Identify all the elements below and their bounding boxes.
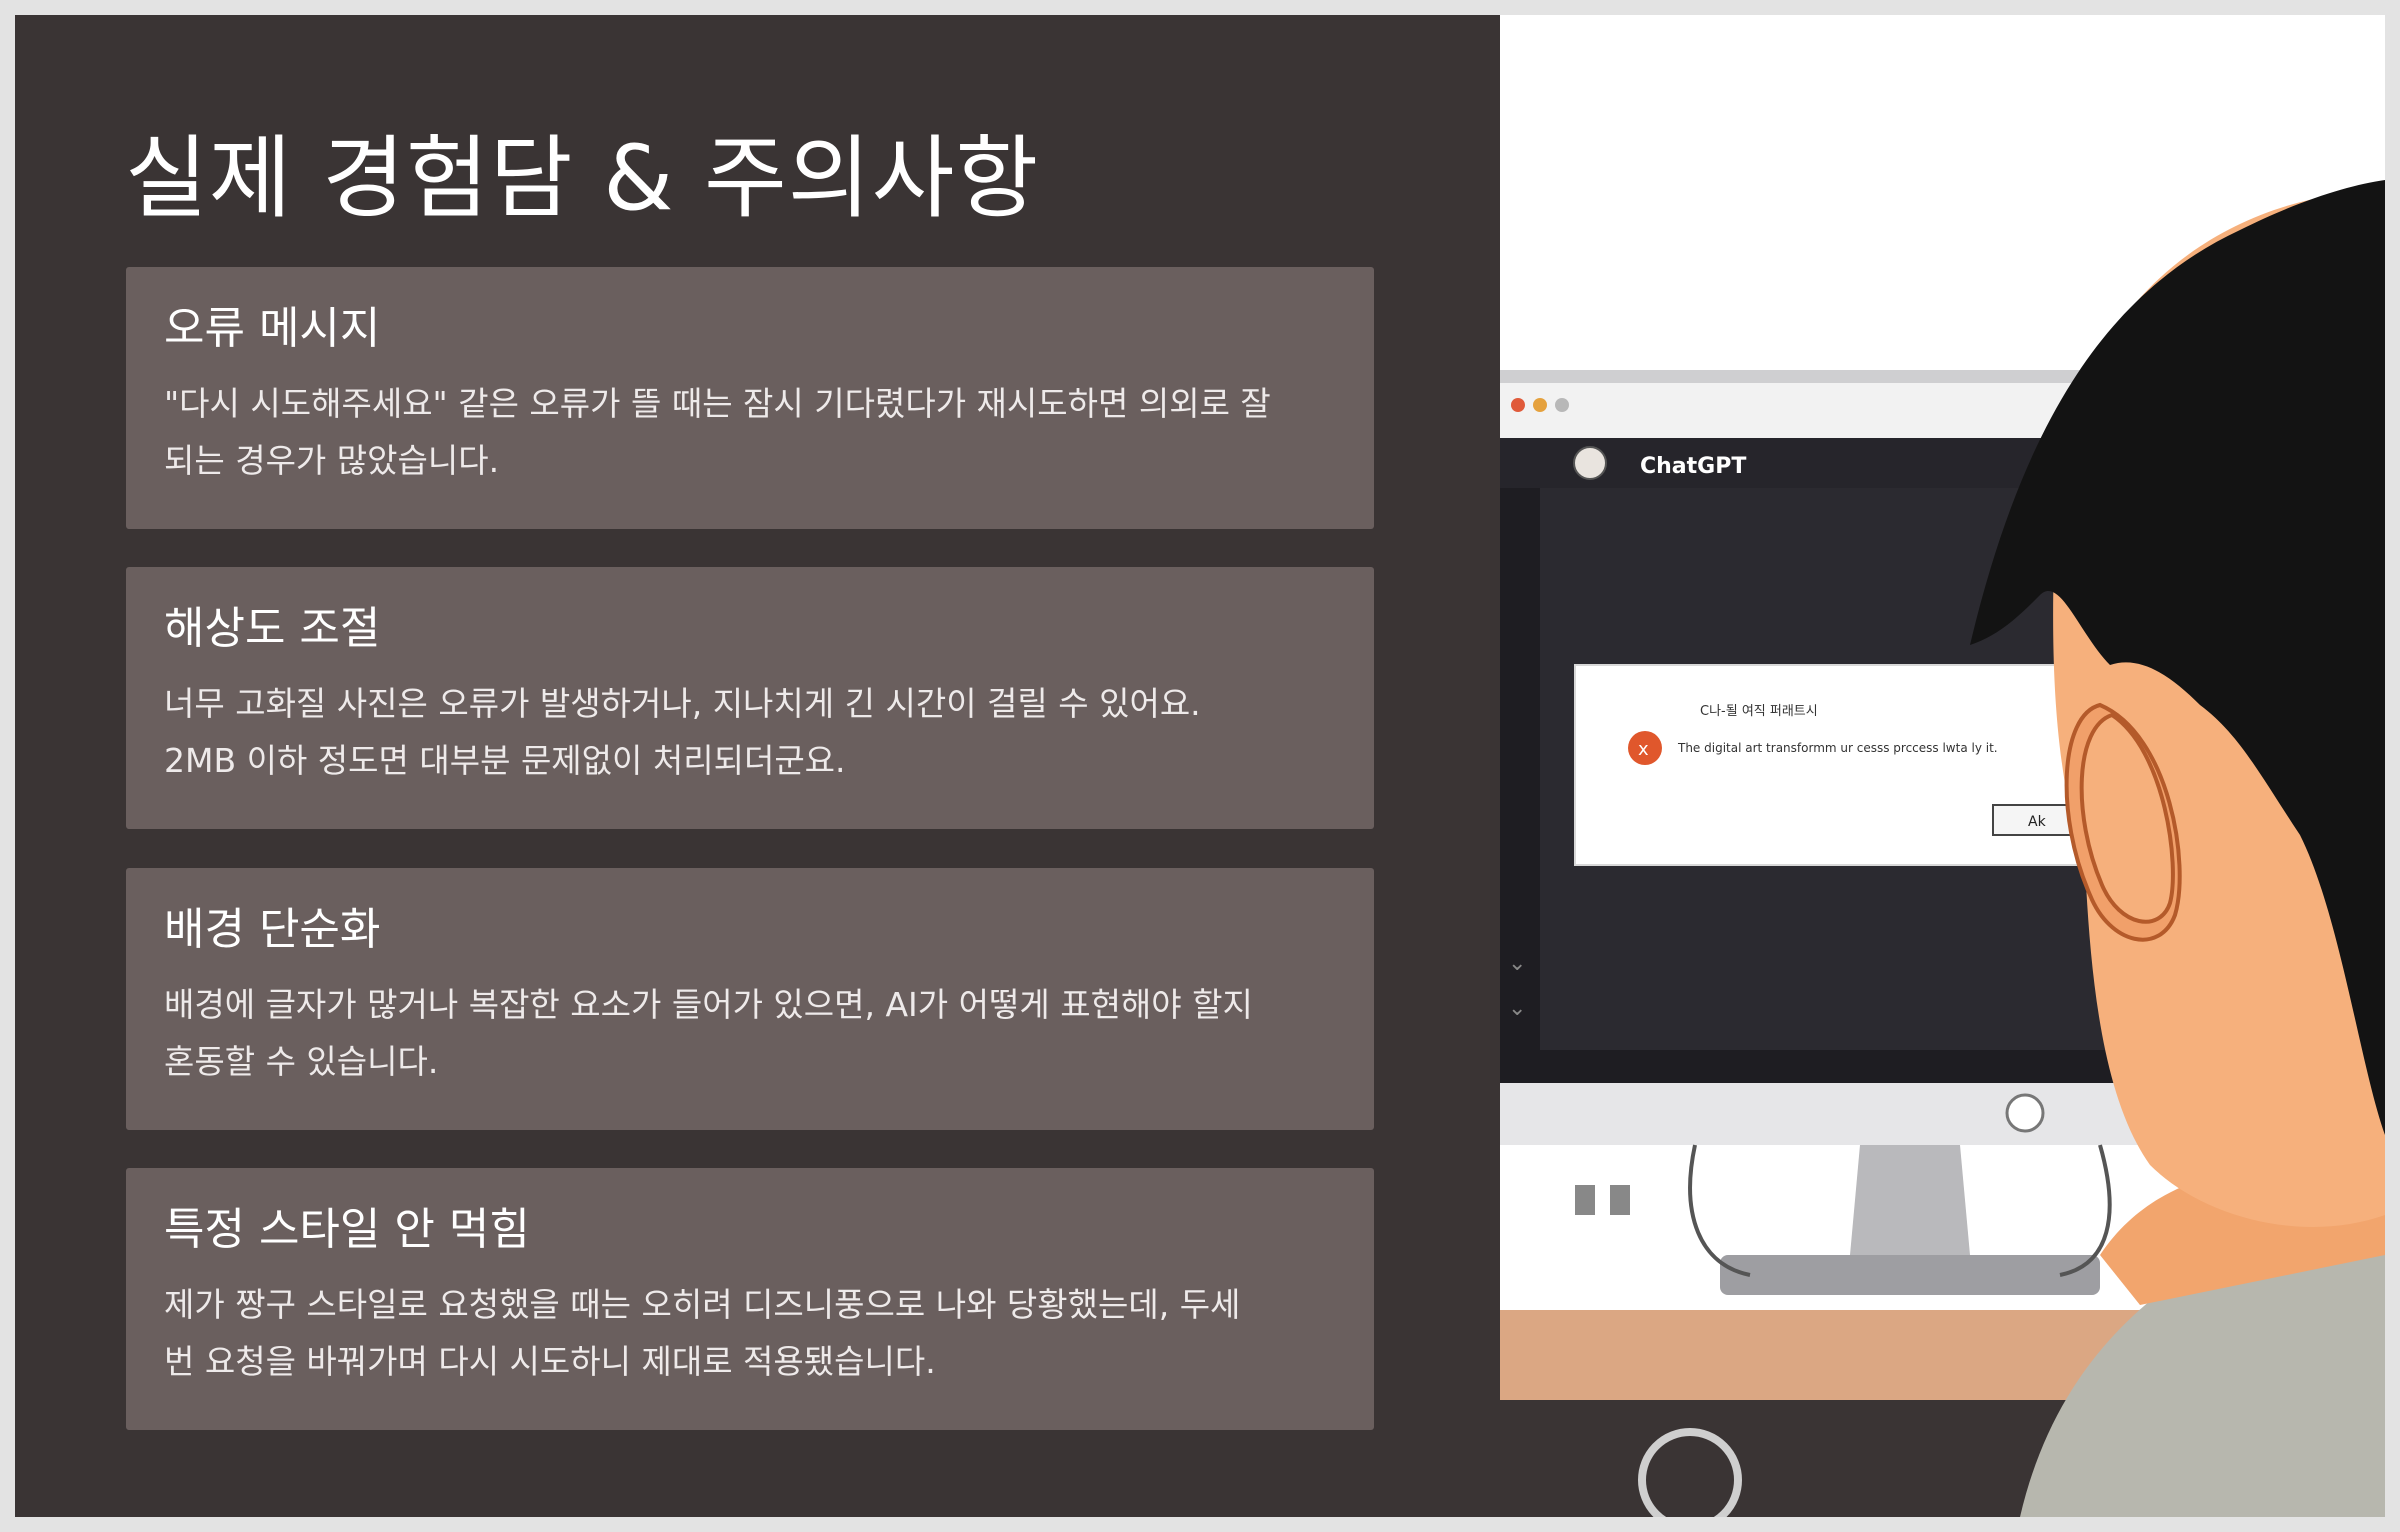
card-body-line: 번 요청을 바꿔가며 다시 시도하니 제대로 적용됐습니다. <box>164 1342 936 1381</box>
app-name: ChatGPT <box>1640 454 1746 479</box>
card-body: 제가 짱구 스타일로 요청했을 때는 오히려 디즈니풍으로 나와 당황했는데, … <box>164 1276 1338 1390</box>
slide-frame: 실제 경험담 & 주의사항 오류 메시지 "다시 시도해주세요" 같은 오류가 … <box>0 0 2400 1532</box>
slide-title: 실제 경험담 & 주의사항 <box>125 126 1040 231</box>
illustration-panel: ChatGPT ⌄ ⌄ C나-될 여직 퍼래트시 x The digital a… <box>1500 15 2385 1517</box>
tip-card-style: 특정 스타일 안 먹힘 제가 짱구 스타일로 요청했을 때는 오히려 디즈니풍으… <box>126 1168 1374 1430</box>
x-mark-icon: x <box>1638 739 1649 760</box>
card-title: 해상도 조절 <box>164 603 381 654</box>
window-minimize-dot-icon <box>1533 398 1547 412</box>
dialog-title: C나-될 여직 퍼래트시 <box>1700 704 1818 719</box>
person-at-computer-illustration: ChatGPT ⌄ ⌄ C나-될 여직 퍼래트시 x The digital a… <box>1500 180 2385 1517</box>
chatgpt-logo-icon <box>1573 446 1607 480</box>
card-body-line: 너무 고화질 사진은 오류가 발생하거나, 지나치게 긴 시간이 걸릴 수 있어… <box>164 684 1201 723</box>
chevron-down-icon: ⌄ <box>1508 996 1526 1021</box>
card-body: "다시 시도해주세요" 같은 오류가 뜰 때는 잠시 기다렸다가 재시도하면 의… <box>164 375 1338 489</box>
card-title: 특정 스타일 안 먹힘 <box>164 1204 530 1255</box>
plug-icon <box>1575 1185 1595 1215</box>
monitor-chin <box>1500 1075 2200 1145</box>
card-title: 오류 메시지 <box>164 303 381 354</box>
plug-icon <box>1610 1185 1630 1215</box>
card-body-line: 배경에 글자가 많거나 복잡한 요소가 들어가 있으면, AI가 어떻게 표현해… <box>164 985 1253 1024</box>
tip-card-resolution: 해상도 조절 너무 고화질 사진은 오류가 발생하거나, 지나치게 긴 시간이 … <box>126 567 1374 829</box>
window-zoom-dot-icon <box>1555 398 1569 412</box>
chevron-down-icon: ⌄ <box>1508 951 1526 976</box>
card-body: 배경에 글자가 많거나 복잡한 요소가 들어가 있으면, AI가 어떻게 표현해… <box>164 976 1338 1090</box>
monitor-stand <box>1850 1145 1970 1255</box>
card-body-line: 혼동할 수 있습니다. <box>164 1042 439 1081</box>
card-body: 너무 고화질 사진은 오류가 발생하거나, 지나치게 긴 시간이 걸릴 수 있어… <box>164 675 1338 789</box>
card-body-line: 2MB 이하 정도면 대부분 문제없이 처리되더군요. <box>164 741 846 780</box>
keyboard <box>1720 1255 2100 1295</box>
power-button <box>2005 1093 2045 1133</box>
text-panel: 실제 경험담 & 주의사항 오류 메시지 "다시 시도해주세요" 같은 오류가 … <box>15 15 1500 1517</box>
card-body-line: 되는 경우가 많았습니다. <box>164 441 500 480</box>
window-close-dot-icon <box>1511 398 1525 412</box>
dialog-message: The digital art transformm ur cesss prcc… <box>1677 741 1998 755</box>
dialog-ok-label: Ak <box>2028 814 2047 830</box>
card-body-line: 제가 짱구 스타일로 요청했을 때는 오히려 디즈니풍으로 나와 당황했는데, … <box>164 1285 1241 1324</box>
card-body-line: "다시 시도해주세요" 같은 오류가 뜰 때는 잠시 기다렸다가 재시도하면 의… <box>164 384 1271 423</box>
tip-card-background: 배경 단순화 배경에 글자가 많거나 복잡한 요소가 들어가 있으면, AI가 … <box>126 868 1374 1130</box>
slide: 실제 경험담 & 주의사항 오류 메시지 "다시 시도해주세요" 같은 오류가 … <box>15 15 2385 1517</box>
card-title: 배경 단순화 <box>164 904 381 955</box>
tip-card-error-message: 오류 메시지 "다시 시도해주세요" 같은 오류가 뜰 때는 잠시 기다렸다가 … <box>126 267 1374 529</box>
